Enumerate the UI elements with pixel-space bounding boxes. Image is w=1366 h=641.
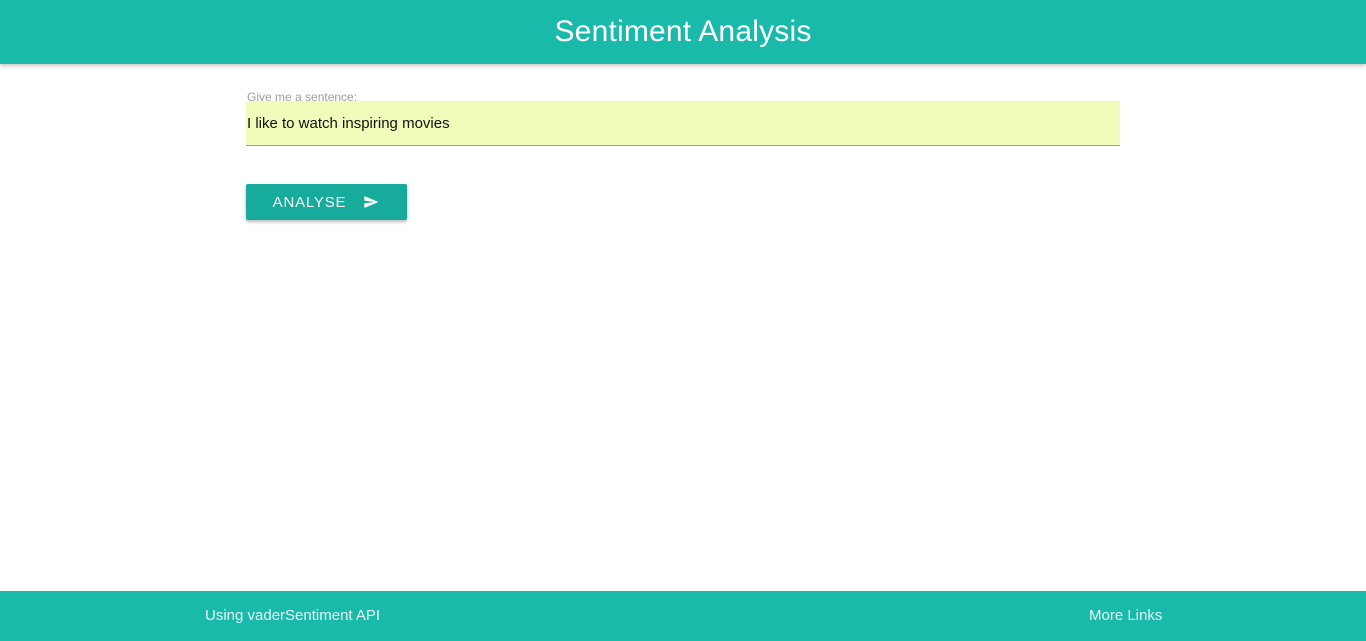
- analyse-button-label: ANALYSE: [272, 193, 347, 211]
- sentence-input[interactable]: [246, 101, 1120, 146]
- app-header: Sentiment Analysis: [0, 0, 1366, 64]
- analyse-button[interactable]: ANALYSE: [246, 184, 407, 220]
- more-links-link[interactable]: More Links: [1089, 607, 1162, 624]
- api-credit-text: Using vaderSentiment API: [205, 607, 381, 624]
- send-icon: [364, 196, 379, 208]
- app-footer: Using vaderSentiment API More Links: [0, 591, 1366, 641]
- page-title: Sentiment Analysis: [554, 15, 812, 48]
